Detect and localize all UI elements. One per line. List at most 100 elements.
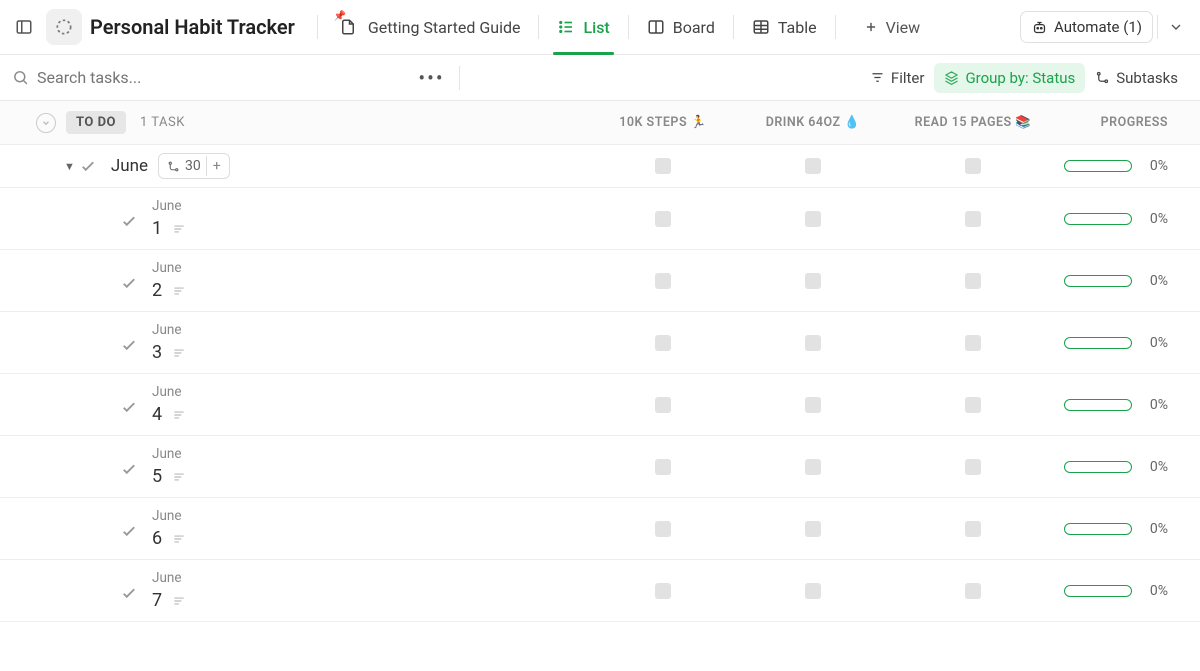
- add-view-button[interactable]: View: [850, 0, 935, 55]
- progress-value: 0%: [1140, 459, 1168, 475]
- description-icon[interactable]: [172, 532, 186, 546]
- checkbox-read[interactable]: [965, 459, 981, 475]
- chevron-down-icon[interactable]: [1162, 13, 1190, 41]
- caret-down-icon[interactable]: ▼: [64, 160, 75, 173]
- more-options-button[interactable]: •••: [408, 66, 454, 90]
- divider: [538, 15, 539, 39]
- checkbox-read[interactable]: [965, 521, 981, 537]
- task-month: June: [152, 570, 186, 586]
- divider: [733, 15, 734, 39]
- task-month: June: [152, 446, 186, 462]
- check-icon[interactable]: [120, 336, 138, 354]
- description-icon[interactable]: [172, 284, 186, 298]
- checkbox-drink[interactable]: [805, 397, 821, 413]
- column-drink-64oz[interactable]: DRINK 64OZ 💧: [738, 115, 888, 130]
- task-row[interactable]: June 3 0%: [0, 312, 1200, 374]
- check-icon[interactable]: [120, 274, 138, 292]
- plus-icon: [864, 20, 878, 34]
- search-input[interactable]: [37, 68, 237, 87]
- checkbox-read[interactable]: [965, 158, 981, 174]
- tab-getting-started[interactable]: 📌 Getting Started Guide: [322, 0, 535, 55]
- column-progress[interactable]: PROGRESS: [1058, 115, 1188, 130]
- checkbox-steps[interactable]: [655, 158, 671, 174]
- checkbox-steps[interactable]: [655, 459, 671, 475]
- add-subtask-button[interactable]: +: [206, 156, 227, 176]
- task-row[interactable]: June 4 0%: [0, 374, 1200, 436]
- description-icon[interactable]: [172, 346, 186, 360]
- checkbox-read[interactable]: [965, 273, 981, 289]
- column-header-row: TO DO 1 TASK 10K STEPS 🏃 DRINK 64OZ 💧 RE…: [0, 101, 1200, 145]
- task-day: 6: [152, 528, 162, 549]
- task-day: 4: [152, 404, 162, 425]
- progress-bar: [1064, 275, 1132, 287]
- task-day: 1: [152, 218, 162, 239]
- checkbox-drink[interactable]: [805, 583, 821, 599]
- checkbox-drink[interactable]: [805, 158, 821, 174]
- collapse-group-icon[interactable]: [36, 113, 56, 133]
- column-read-15-pages[interactable]: READ 15 PAGES 📚: [888, 115, 1058, 130]
- check-icon[interactable]: [120, 398, 138, 416]
- task-row[interactable]: June 5 0%: [0, 436, 1200, 498]
- checkbox-drink[interactable]: [805, 521, 821, 537]
- checkbox-read[interactable]: [965, 583, 981, 599]
- task-row[interactable]: June 2 0%: [0, 250, 1200, 312]
- subtask-count-badge[interactable]: 30 +: [158, 153, 230, 179]
- checkbox-steps[interactable]: [655, 583, 671, 599]
- automate-button[interactable]: Automate (1): [1020, 11, 1153, 43]
- progress-bar: [1064, 337, 1132, 349]
- board-icon: [647, 18, 665, 36]
- checkbox-drink[interactable]: [805, 211, 821, 227]
- status-chip[interactable]: TO DO: [66, 111, 126, 134]
- checkbox-steps[interactable]: [655, 397, 671, 413]
- tab-board[interactable]: Board: [633, 0, 729, 55]
- column-10k-steps[interactable]: 10K STEPS 🏃: [588, 115, 738, 130]
- check-icon[interactable]: [120, 460, 138, 478]
- task-row[interactable]: June 6 0%: [0, 498, 1200, 560]
- progress-bar: [1064, 523, 1132, 535]
- divider: [317, 15, 318, 39]
- tab-table[interactable]: Table: [738, 0, 831, 55]
- subtasks-icon: [1095, 70, 1110, 85]
- task-count: 1 TASK: [140, 115, 185, 130]
- subtasks-label: Subtasks: [1116, 69, 1178, 87]
- collapse-sidebar-button[interactable]: [10, 13, 38, 41]
- group-by-button[interactable]: Group by: Status: [934, 63, 1085, 93]
- task-day: 2: [152, 280, 162, 301]
- checkbox-steps[interactable]: [655, 521, 671, 537]
- divider: [459, 66, 460, 90]
- progress-value: 0%: [1140, 335, 1168, 351]
- divider: [628, 15, 629, 39]
- checkbox-read[interactable]: [965, 335, 981, 351]
- check-icon[interactable]: [120, 522, 138, 540]
- task-row[interactable]: June 7 0%: [0, 560, 1200, 622]
- progress-value: 0%: [1140, 397, 1168, 413]
- checkbox-read[interactable]: [965, 211, 981, 227]
- space-icon[interactable]: [46, 9, 82, 45]
- description-icon[interactable]: [172, 222, 186, 236]
- task-month: June: [152, 198, 186, 214]
- checkbox-drink[interactable]: [805, 459, 821, 475]
- check-icon[interactable]: [79, 157, 97, 175]
- description-icon[interactable]: [172, 594, 186, 608]
- checkbox-drink[interactable]: [805, 335, 821, 351]
- checkbox-drink[interactable]: [805, 273, 821, 289]
- progress-value: 0%: [1140, 521, 1168, 537]
- task-month: June: [152, 322, 186, 338]
- tab-list[interactable]: List: [543, 0, 623, 55]
- parent-task-row[interactable]: ▼ June 30 + 0%: [0, 145, 1200, 188]
- tab-label: Table: [778, 18, 817, 37]
- filter-button[interactable]: Filter: [860, 63, 935, 93]
- check-icon[interactable]: [120, 584, 138, 602]
- checkbox-steps[interactable]: [655, 211, 671, 227]
- description-icon[interactable]: [172, 470, 186, 484]
- progress-value: 0%: [1140, 273, 1168, 289]
- description-icon[interactable]: [172, 408, 186, 422]
- subtasks-button[interactable]: Subtasks: [1085, 63, 1188, 93]
- checkbox-steps[interactable]: [655, 335, 671, 351]
- checkbox-steps[interactable]: [655, 273, 671, 289]
- filter-icon: [870, 70, 885, 85]
- task-month: June: [152, 384, 186, 400]
- task-row[interactable]: June 1 0%: [0, 188, 1200, 250]
- checkbox-read[interactable]: [965, 397, 981, 413]
- check-icon[interactable]: [120, 212, 138, 230]
